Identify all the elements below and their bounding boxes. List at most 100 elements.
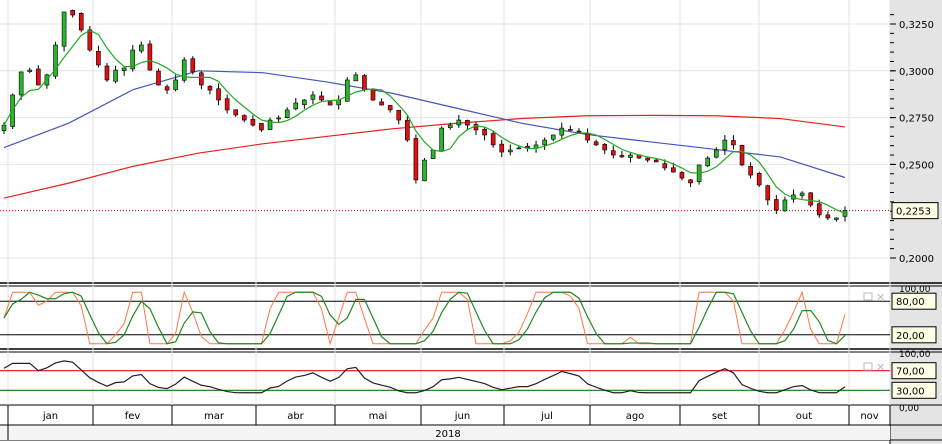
candle (516, 147, 522, 150)
price-tick-label: 0,2750 (899, 114, 934, 125)
candle (87, 29, 93, 51)
candle (405, 119, 410, 141)
candle (662, 163, 668, 169)
candle (430, 149, 436, 159)
candle (113, 69, 118, 82)
candle (413, 138, 419, 181)
candle (816, 203, 822, 216)
candle (370, 88, 376, 101)
candle (139, 44, 144, 52)
year-label: 2018 (435, 429, 460, 440)
candle (765, 185, 771, 201)
candle (568, 129, 573, 131)
price-tick-label: 0,2000 (899, 254, 934, 265)
candle (653, 159, 659, 163)
candle (164, 86, 170, 91)
candle (344, 79, 350, 102)
candle (96, 50, 101, 66)
candle (27, 69, 33, 72)
month-label: mai (369, 411, 388, 422)
candle (679, 172, 685, 179)
month-label: mar (204, 411, 225, 422)
candle (842, 210, 848, 217)
candle (585, 133, 590, 141)
month-label: jun (454, 411, 470, 422)
candle (216, 88, 221, 101)
candle (808, 192, 813, 206)
candle (782, 199, 788, 212)
candle (465, 120, 470, 126)
candle (121, 67, 127, 71)
candle (739, 144, 745, 166)
close-icon[interactable]: ✕ (876, 361, 885, 374)
candle (284, 109, 290, 118)
month-label: fev (125, 411, 141, 422)
candle (310, 94, 316, 100)
candle (362, 75, 367, 91)
month-label: set (712, 411, 727, 422)
candle (482, 128, 487, 136)
candle (447, 124, 453, 129)
candle (722, 139, 728, 150)
candle (422, 159, 427, 182)
candle (550, 134, 556, 140)
candle (190, 58, 196, 73)
candle (173, 79, 178, 90)
candle (756, 173, 762, 186)
candle (542, 139, 547, 146)
candle (499, 143, 505, 153)
maximize-icon[interactable] (863, 362, 873, 371)
candle (1, 124, 7, 132)
candle (379, 101, 384, 106)
stoch-k-line (3, 290, 846, 346)
candle (353, 74, 359, 82)
candle (508, 149, 513, 153)
candle (61, 11, 67, 47)
candle (104, 65, 110, 81)
candle (18, 71, 24, 96)
candle (250, 119, 256, 126)
candle (610, 150, 616, 156)
maximize-icon[interactable] (863, 292, 873, 301)
price-tick-label: 0,2500 (899, 160, 934, 171)
candle (241, 115, 247, 121)
rsi-axis-max: 100,00 (899, 350, 931, 360)
rsi-axis-min: 0,00 (899, 404, 919, 414)
candle (207, 86, 213, 91)
candle (78, 13, 84, 31)
candle (576, 130, 582, 133)
stoch-level-label: 80,00 (896, 297, 925, 308)
candle (490, 133, 496, 146)
candle (774, 199, 779, 211)
price-tick-label: 0,3250 (899, 20, 934, 31)
candle (70, 9, 75, 16)
month-label: jan (42, 411, 58, 422)
candle (645, 157, 650, 161)
candle (834, 217, 839, 220)
candle (199, 72, 204, 86)
candle (276, 117, 281, 120)
ma-fast-line (3, 29, 846, 214)
candle (224, 98, 230, 111)
candle (705, 157, 710, 167)
month-label: out (796, 411, 812, 422)
candle (319, 95, 324, 101)
candle (688, 179, 693, 184)
candle (602, 144, 608, 151)
month-label: ago (626, 411, 645, 422)
candle (147, 43, 153, 71)
candle (628, 154, 633, 158)
candle (336, 99, 341, 106)
candle (233, 109, 239, 116)
chart-window: jan fev mar abr mai jun jul ago set out nov 0,2000 0… (0, 0, 942, 444)
candle (825, 214, 831, 219)
ma-slow-line (3, 114, 846, 199)
candle (559, 127, 565, 136)
candle (748, 166, 753, 176)
candle (593, 141, 599, 146)
close-icon[interactable]: ✕ (876, 291, 885, 304)
stoch-axis-max: 100,00 (899, 285, 931, 295)
candle (327, 101, 333, 106)
candle (619, 155, 625, 158)
candlestick-chart[interactable]: jan fev mar abr mai jun jul ago set out nov 0,2000 0… (0, 0, 942, 444)
